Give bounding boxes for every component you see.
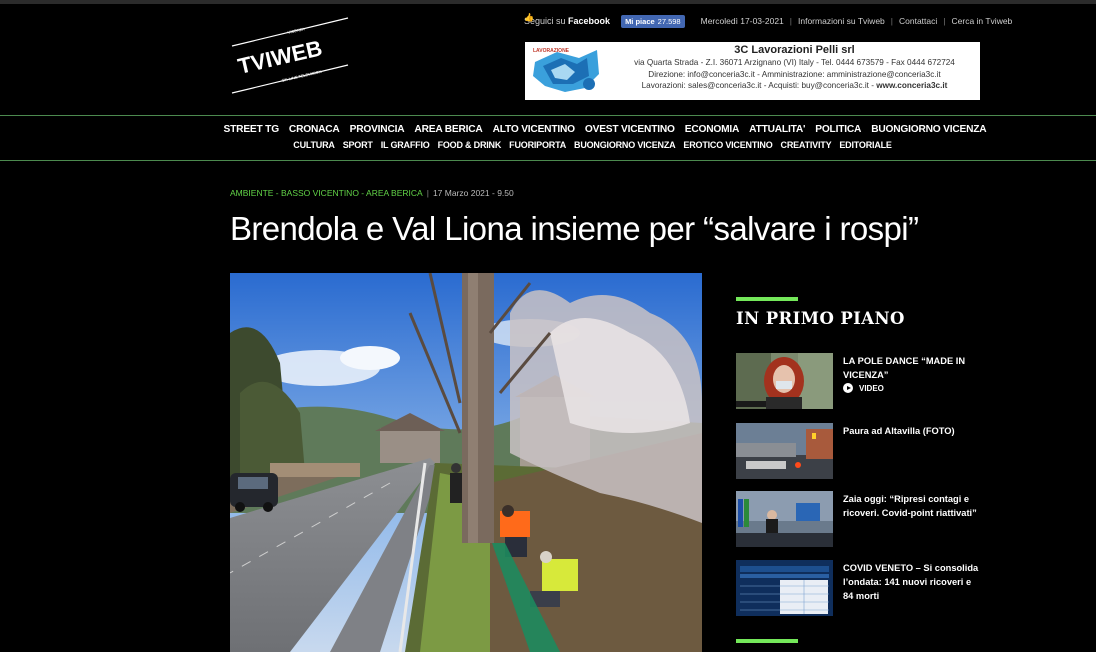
sidebar-title: IN PRIMO PIANO bbox=[736, 309, 905, 328]
play-icon bbox=[843, 383, 853, 393]
video-badge: VIDEO bbox=[843, 383, 884, 393]
nav-item-editoriale[interactable]: EDITORIALE bbox=[839, 140, 892, 150]
primary-nav: STREET TG CRONACA PROVINCIA AREA BERICA ALTO… bbox=[0, 124, 1096, 135]
advertisement-banner[interactable]: LAVORAZIONE 3C Lavorazioni Pelli srl via… bbox=[525, 42, 980, 100]
sidebar-item-title: COVID VENETO – Si consolida l’ondata: 14… bbox=[843, 563, 979, 601]
svg-text:LAVORAZIONE: LAVORAZIONE bbox=[533, 48, 570, 54]
video-label: VIDEO bbox=[859, 383, 884, 393]
banner-emails-text: Lavorazioni: sales@conceria3c.it - Acqui… bbox=[641, 81, 877, 90]
nav-top-divider bbox=[0, 115, 1096, 116]
contact-link[interactable]: Contattaci bbox=[899, 16, 937, 26]
like-label: Mi piace bbox=[625, 16, 655, 26]
sidebar-thumbnail bbox=[736, 491, 833, 547]
nav-item-alto-vicentino[interactable]: ALTO VICENTINO bbox=[493, 124, 575, 135]
nav-item-attualita[interactable]: ATTUALITA' bbox=[749, 124, 805, 135]
banner-address: via Quarta Strada - Z.I. 36071 Arzignano… bbox=[634, 58, 955, 67]
top-bar: Seguici su Facebook 👍 Mi piace 27.598 Me… bbox=[524, 13, 1012, 29]
current-date: Mercoledì 17-03-2021 bbox=[700, 16, 784, 26]
logo-bottom-text: ON-LINE TELEVISION bbox=[281, 69, 322, 83]
nav-item-street-tg[interactable]: STREET TG bbox=[224, 124, 280, 135]
article-meta: AMBIENTE - BASSO VICENTINO - AREA BERICA… bbox=[230, 188, 514, 198]
nav-item-area-berica[interactable]: AREA BERICA bbox=[414, 124, 482, 135]
nav-item-provincia[interactable]: PROVINCIA bbox=[350, 124, 405, 135]
sidebar-item[interactable]: LA POLE DANCE “MADE IN VICENZA” VIDEO bbox=[736, 353, 980, 411]
article-image bbox=[230, 273, 702, 652]
logo-top-text: VICENZA bbox=[287, 26, 305, 35]
banner-website[interactable]: www.conceria3c.it bbox=[876, 81, 947, 90]
banner-title: 3C Lavorazioni Pelli srl bbox=[734, 44, 855, 56]
sidebar-item-title: Zaia oggi: “Ripresi contagi e ricoveri. … bbox=[843, 494, 977, 518]
sidebar-item-title: LA POLE DANCE “MADE IN VICENZA” bbox=[843, 356, 966, 380]
nav-item-il-graffio[interactable]: IL GRAFFIO bbox=[381, 140, 430, 150]
nav-item-cronaca[interactable]: CRONACA bbox=[289, 124, 340, 135]
sidebar-item[interactable]: COVID VENETO – Si consolida l’ondata: 14… bbox=[736, 560, 980, 618]
tviweb-logo-icon: VICENZA TVIWEB ON-LINE TELEVISION bbox=[231, 17, 349, 94]
secondary-nav: CULTURA SPORT IL GRAFFIO FOOD & DRINK FUORIP… bbox=[0, 140, 1096, 150]
sidebar-thumbnail bbox=[736, 560, 833, 616]
sidebar-item[interactable]: Zaia oggi: “Ripresi contagi e ricoveri. … bbox=[736, 491, 980, 549]
sidebar-accent-bar-2 bbox=[736, 639, 798, 643]
nav-item-buongiorno-vicenza[interactable]: BUONGIORNO VICENZA bbox=[871, 124, 986, 135]
like-count: 27.598 bbox=[657, 16, 681, 26]
nav-item-buongiorno-vicenza-2[interactable]: BUONGIORNO VICENZA bbox=[574, 140, 676, 150]
nav-item-erotico-vicentino[interactable]: EROTICO VICENTINO bbox=[683, 140, 772, 150]
banner-contacts: Direzione: info@conceria3c.it - Amminist… bbox=[648, 69, 941, 79]
sidebar-thumbnail bbox=[736, 353, 833, 409]
nav-bottom-divider bbox=[0, 160, 1096, 161]
top-strip bbox=[0, 0, 1096, 4]
sidebar-item-title: Paura ad Altavilla (FOTO) bbox=[843, 426, 955, 436]
nav-item-sport[interactable]: SPORT bbox=[343, 140, 373, 150]
banner-emails: Lavorazioni: sales@conceria3c.it - Acqui… bbox=[613, 80, 976, 92]
banner-logo-image: LAVORAZIONE bbox=[527, 44, 607, 98]
nav-item-economia[interactable]: ECONOMIA bbox=[685, 124, 740, 135]
nav-item-cultura[interactable]: CULTURA bbox=[293, 140, 335, 150]
nav-item-ovest-vicentino[interactable]: OVEST VICENTINO bbox=[585, 124, 675, 135]
article-title: Brendola e Val Liona insieme per “salvar… bbox=[230, 210, 919, 247]
sidebar-item[interactable]: Paura ad Altavilla (FOTO) bbox=[736, 423, 980, 481]
sidebar-thumbnail bbox=[736, 423, 833, 479]
nav-item-politica[interactable]: POLITICA bbox=[815, 124, 861, 135]
nav-item-food-drink[interactable]: FOOD & DRINK bbox=[438, 140, 502, 150]
article-categories[interactable]: AMBIENTE - BASSO VICENTINO - AREA BERICA bbox=[230, 188, 423, 198]
site-logo[interactable]: VICENZA TVIWEB ON-LINE TELEVISION bbox=[230, 16, 352, 96]
sidebar-accent-bar bbox=[736, 297, 798, 301]
about-link[interactable]: Informazioni su Tviweb bbox=[798, 16, 885, 26]
article-date: 17 Marzo 2021 - 9.50 bbox=[432, 188, 514, 198]
facebook-like-button[interactable]: 👍 Mi piace 27.598 bbox=[524, 13, 685, 28]
nav-item-fuoriporta[interactable]: FUORIPORTA bbox=[509, 140, 566, 150]
search-link[interactable]: Cerca in Tviweb bbox=[952, 16, 1013, 26]
nav-item-creativity[interactable]: CREATIVITY bbox=[781, 140, 832, 150]
